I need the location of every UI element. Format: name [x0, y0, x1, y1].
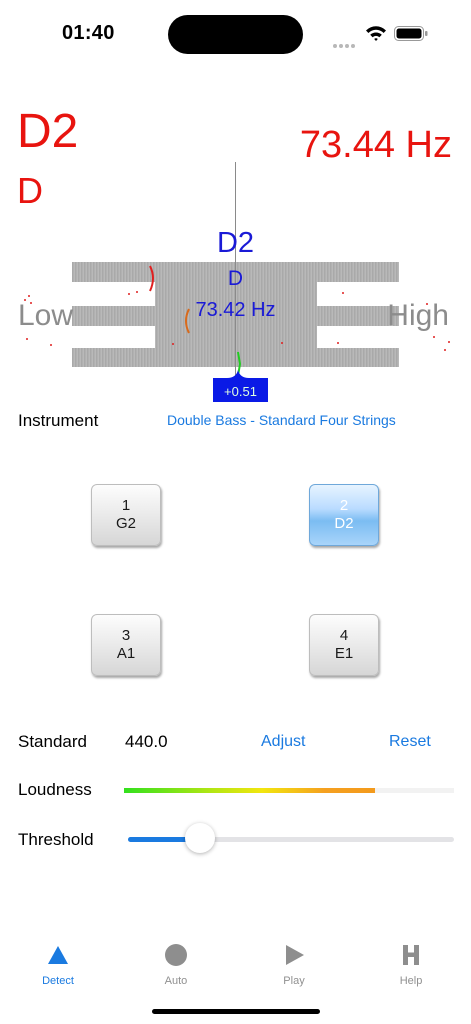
- string-note: E1: [334, 645, 354, 662]
- loudness-label: Loudness: [18, 780, 92, 799]
- threshold-label: Threshold: [18, 830, 94, 849]
- tab-label: Play: [283, 975, 305, 987]
- tab-play[interactable]: Play: [249, 942, 339, 987]
- triangle-icon: [48, 946, 68, 964]
- tab-auto[interactable]: Auto: [131, 942, 221, 987]
- threshold-slider[interactable]: [128, 837, 454, 842]
- tab-label: Detect: [42, 975, 74, 987]
- instrument-label: Instrument: [18, 411, 99, 430]
- tab-label: Auto: [164, 975, 188, 987]
- string-button-3[interactable]: 3 A1: [91, 614, 161, 676]
- tab-detect[interactable]: Detect: [13, 942, 103, 987]
- loudness-meter: [124, 788, 454, 793]
- string-number: 1: [121, 497, 131, 514]
- string-button-4[interactable]: 4 E1: [309, 614, 379, 676]
- tab-label: Help: [399, 975, 423, 987]
- string-note: A1: [116, 645, 136, 662]
- play-icon: [286, 945, 304, 965]
- dynamic-island: [168, 15, 303, 54]
- loudness-fill: [124, 788, 375, 793]
- low-label: Low: [18, 299, 74, 332]
- cents-offset: +0.51: [224, 384, 257, 399]
- h-icon: [403, 945, 419, 965]
- tab-help[interactable]: Help: [366, 942, 456, 987]
- detected-note: D2: [17, 105, 79, 158]
- battery-icon: [394, 26, 428, 41]
- circle-icon: [165, 944, 187, 966]
- high-label: High: [387, 299, 449, 332]
- reset-button[interactable]: Reset: [389, 733, 431, 751]
- adjust-button[interactable]: Adjust: [261, 733, 305, 751]
- home-indicator: [152, 1009, 320, 1014]
- string-note: D2: [334, 515, 354, 532]
- string-button-1[interactable]: 1 G2: [91, 484, 161, 546]
- string-number: 2: [339, 497, 349, 514]
- string-note: G2: [115, 515, 136, 532]
- status-time: 01:40: [62, 22, 115, 44]
- wifi-icon: [366, 26, 386, 41]
- string-number: 4: [339, 627, 349, 644]
- string-button-2[interactable]: 2 D2: [309, 484, 379, 546]
- standard-value: 440.0: [125, 732, 168, 751]
- standard-label: Standard: [18, 732, 87, 751]
- string-number: 3: [121, 627, 131, 644]
- threshold-slider-knob[interactable]: [184, 823, 215, 853]
- target-note-name: D: [227, 267, 244, 290]
- target-note: D2: [216, 227, 255, 259]
- instrument-selector[interactable]: Double Bass - Standard Four Strings: [167, 412, 396, 428]
- cellular-signal-icon: [333, 35, 359, 48]
